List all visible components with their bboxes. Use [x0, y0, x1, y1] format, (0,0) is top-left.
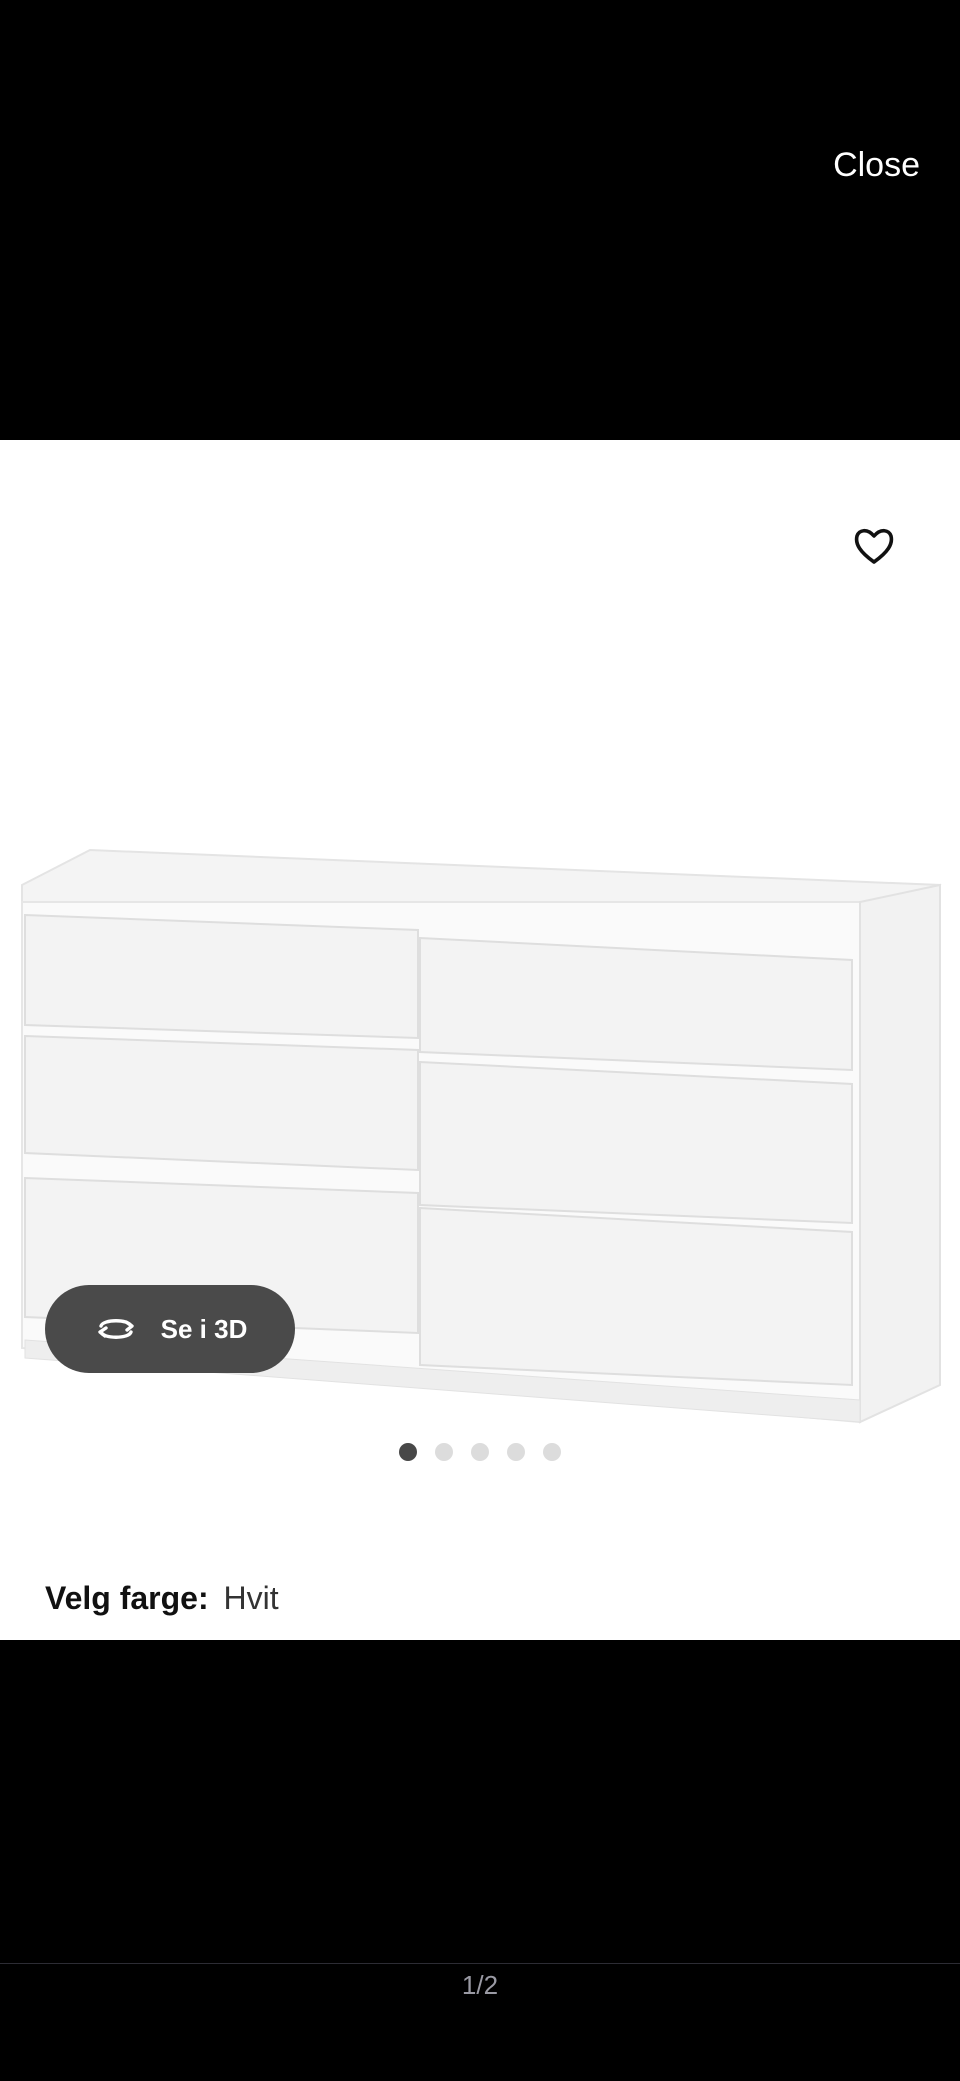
color-value: Hvit — [223, 1580, 279, 1616]
color-label: Velg farge: — [45, 1580, 209, 1616]
divider — [0, 1963, 960, 1964]
favorite-button[interactable] — [850, 522, 898, 570]
product-card: Se i 3D Velg farge: Hvit — [0, 440, 960, 1640]
page-counter: 1/2 — [461, 1970, 499, 2000]
rotate-icon — [97, 1319, 134, 1339]
product-image-dresser[interactable] — [0, 640, 960, 1720]
color-selection: Velg farge: Hvit — [45, 1580, 279, 1617]
heart-icon — [854, 528, 894, 564]
carousel-dot[interactable] — [399, 1443, 417, 1461]
image-viewer: Close Se i 3D Velg farge: Hvit 1/2 — [0, 0, 960, 2081]
carousel-dot[interactable] — [471, 1443, 489, 1461]
carousel-dot[interactable] — [543, 1443, 561, 1461]
carousel-dot[interactable] — [435, 1443, 453, 1461]
close-button[interactable]: Close — [833, 140, 920, 191]
carousel-dot[interactable] — [507, 1443, 525, 1461]
carousel-indicator — [0, 1443, 960, 1461]
view-3d-label: Se i 3D — [160, 1313, 248, 1344]
view-3d-button[interactable]: Se i 3D — [45, 1285, 295, 1373]
